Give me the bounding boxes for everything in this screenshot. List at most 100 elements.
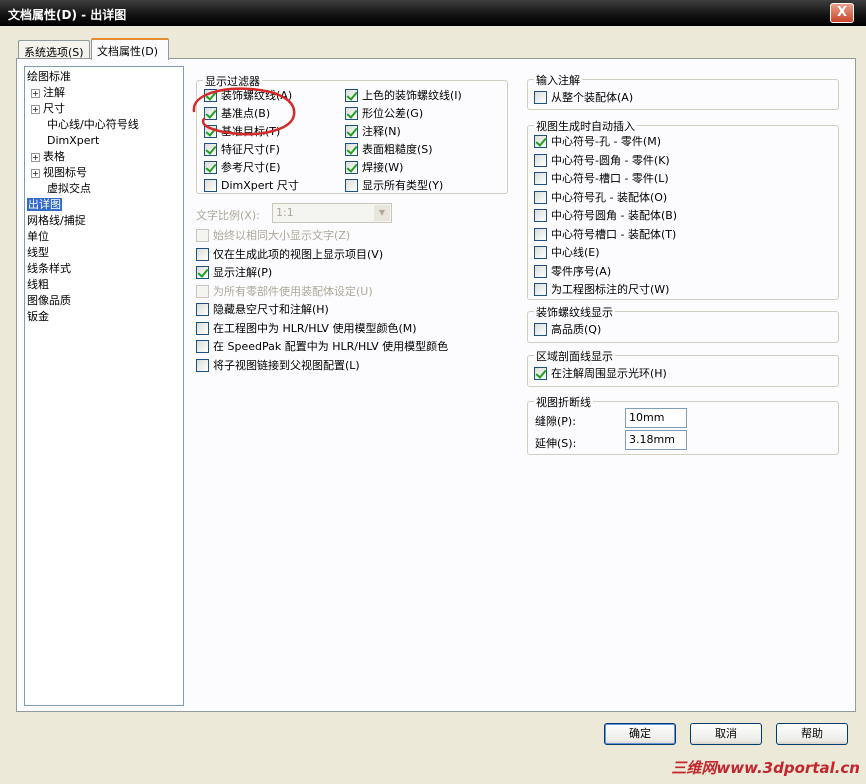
auto-insert-option[interactable]: 零件序号(A) xyxy=(534,264,611,279)
tree-item[interactable]: 中心线/中心符号线 xyxy=(47,117,139,132)
drawing-option[interactable]: 在 SpeedPak 配置中为 HLR/HLV 使用模型颜色 xyxy=(196,340,448,354)
checkbox-label: 中心线(E) xyxy=(551,246,600,259)
checkbox-icon[interactable] xyxy=(196,340,209,353)
checkbox-icon[interactable] xyxy=(345,179,358,192)
checkbox-label: 为所有零部件使用装配体设定(U) xyxy=(213,284,373,298)
tree-item-label: 单位 xyxy=(27,230,49,243)
checkbox-label: 隐藏悬空尺寸和注解(H) xyxy=(213,303,329,316)
checkbox-checked-icon[interactable] xyxy=(345,161,358,174)
auto-insert-option[interactable]: 中心符号孔 - 装配体(O) xyxy=(534,190,667,205)
checkbox-label: 参考尺寸(E) xyxy=(221,161,281,174)
filter-option-right[interactable]: 显示所有类型(Y) xyxy=(345,179,443,193)
checkbox-checked-icon[interactable] xyxy=(204,161,217,174)
tab-document-properties[interactable]: 文档属性(D) xyxy=(91,38,169,60)
expand-icon[interactable]: + xyxy=(31,169,40,178)
checkbox-icon[interactable] xyxy=(534,172,547,185)
tree-item[interactable]: 线粗 xyxy=(27,277,49,292)
checkbox-icon[interactable] xyxy=(204,179,217,192)
checkbox-checked-icon[interactable] xyxy=(345,107,358,120)
tree-item-label: 钣金 xyxy=(27,310,49,323)
auto-insert-option[interactable]: 中心符号圆角 - 装配体(B) xyxy=(534,209,677,223)
area-hatch-option[interactable]: 在注解周围显示光环(H) xyxy=(534,367,667,381)
checkbox-checked-icon[interactable] xyxy=(196,266,209,279)
tree-item[interactable]: 出详图 xyxy=(27,197,62,212)
filter-option-right[interactable]: 表面粗糙度(S) xyxy=(345,143,433,157)
gap-label: 缝隙(P): xyxy=(535,415,576,428)
tree-item[interactable]: + 尺寸 xyxy=(31,101,65,116)
auto-insert-option[interactable]: 中心符号槽口 - 装配体(T) xyxy=(534,227,676,242)
checkbox-icon[interactable] xyxy=(534,190,547,204)
auto-insert-option[interactable]: 为工程图标注的尺寸(W) xyxy=(534,283,669,297)
help-button[interactable]: 帮助 xyxy=(776,723,848,745)
checkbox-icon xyxy=(196,229,209,242)
checkbox-label: 从整个装配体(A) xyxy=(551,91,634,104)
tree-item[interactable]: + 注解 xyxy=(31,85,65,100)
tree-item[interactable]: 线型 xyxy=(27,245,49,260)
auto-insert-option[interactable]: 中心符号-孔 - 零件(M) xyxy=(534,135,661,149)
tree-item[interactable]: 线条样式 xyxy=(27,261,71,276)
gap-input[interactable]: 10mm xyxy=(625,408,687,428)
tree-item[interactable]: 单位 xyxy=(27,229,49,244)
auto-insert-option[interactable]: 中心符号-圆角 - 零件(K) xyxy=(534,153,670,168)
tree-item-label: 线型 xyxy=(27,246,49,259)
checkbox-icon[interactable] xyxy=(534,264,547,278)
tree-item[interactable]: 网格线/捕捉 xyxy=(27,213,86,228)
checkbox-checked-icon[interactable] xyxy=(534,367,547,380)
filter-option-right[interactable]: 焊接(W) xyxy=(345,161,403,175)
tree-item[interactable]: DimXpert xyxy=(47,133,99,148)
cosmetic-thread-option[interactable]: 高品质(Q) xyxy=(534,323,601,337)
ok-button[interactable]: 确定 xyxy=(604,723,676,745)
tab-system-options[interactable]: 系统选项(S) xyxy=(18,40,90,59)
checkbox-checked-icon[interactable] xyxy=(345,143,358,156)
expand-icon[interactable]: + xyxy=(31,153,40,162)
checkbox-icon[interactable] xyxy=(196,358,209,372)
checkbox-icon[interactable] xyxy=(534,227,547,241)
tree-item-label: DimXpert xyxy=(47,134,100,147)
drawing-option[interactable]: 仅在生成此项的视图上显示项目(V) xyxy=(196,247,383,262)
filter-option-right[interactable]: 形位公差(G) xyxy=(345,107,423,121)
expand-icon[interactable]: + xyxy=(31,89,40,98)
filter-option-right[interactable]: 上色的装饰螺纹线(I) xyxy=(345,89,462,103)
checkbox-checked-icon[interactable] xyxy=(345,89,358,102)
filter-option-left[interactable]: 参考尺寸(E) xyxy=(204,161,281,175)
drawing-option[interactable]: 隐藏悬空尺寸和注解(H) xyxy=(196,303,329,317)
tree-item[interactable]: 图像品质 xyxy=(27,293,71,308)
tree-item-label: 线条样式 xyxy=(27,262,71,275)
drawing-option[interactable]: 在工程图中为 HLR/HLV 使用模型颜色(M) xyxy=(196,321,417,336)
checkbox-checked-icon[interactable] xyxy=(534,135,547,148)
chevron-down-icon: ▼ xyxy=(374,205,390,221)
tree-item[interactable]: 绘图标准 xyxy=(27,69,71,84)
checkbox-checked-icon[interactable] xyxy=(345,125,358,138)
auto-insert-title: 视图生成时自动插入 xyxy=(534,118,637,134)
checkbox-label: 上色的装饰螺纹线(I) xyxy=(362,89,462,102)
checkbox-icon[interactable] xyxy=(534,91,547,104)
expand-icon[interactable]: + xyxy=(31,105,40,114)
checkbox-icon[interactable] xyxy=(196,303,209,316)
auto-insert-option[interactable]: 中心符号-槽口 - 零件(L) xyxy=(534,172,669,186)
tree-item[interactable]: + 表格 xyxy=(31,149,65,164)
cancel-button[interactable]: 取消 xyxy=(690,723,762,745)
filter-option-left[interactable]: DimXpert 尺寸 xyxy=(204,179,299,193)
extension-input[interactable]: 3.18mm xyxy=(625,430,687,450)
checkbox-icon[interactable] xyxy=(534,153,547,167)
watermark-text: 三维网www.3dportal.cn xyxy=(671,759,860,777)
category-tree[interactable]: 绘图标准 + 注解 + 尺寸 中心线/中心符号线 DimXpert + 表格 + 视图标号 虚拟交点出… xyxy=(24,66,184,706)
checkbox-icon[interactable] xyxy=(196,247,209,261)
checkbox-icon[interactable] xyxy=(534,246,547,259)
auto-insert-option[interactable]: 中心线(E) xyxy=(534,246,600,260)
checkbox-icon[interactable] xyxy=(534,283,547,296)
extension-label: 延伸(S): xyxy=(535,437,577,450)
close-button[interactable]: X xyxy=(830,3,854,23)
checkbox-icon[interactable] xyxy=(534,209,547,222)
checkbox-icon[interactable] xyxy=(534,323,547,336)
tree-item[interactable]: 虚拟交点 xyxy=(47,181,91,196)
tree-item[interactable]: + 视图标号 xyxy=(31,165,87,180)
drawing-option[interactable]: 显示注解(P) xyxy=(196,266,272,280)
drawing-option[interactable]: 将子视图链接到父视图配置(L) xyxy=(196,358,360,373)
drawing-option: 始终以相同大小显示文字(Z) xyxy=(196,229,350,243)
checkbox-icon[interactable] xyxy=(196,321,209,335)
filter-option-right[interactable]: 注释(N) xyxy=(345,125,401,139)
tree-item[interactable]: 钣金 xyxy=(27,309,49,324)
import-annotation-option[interactable]: 从整个装配体(A) xyxy=(534,91,633,105)
tree-item-label: 出详图 xyxy=(27,198,62,211)
